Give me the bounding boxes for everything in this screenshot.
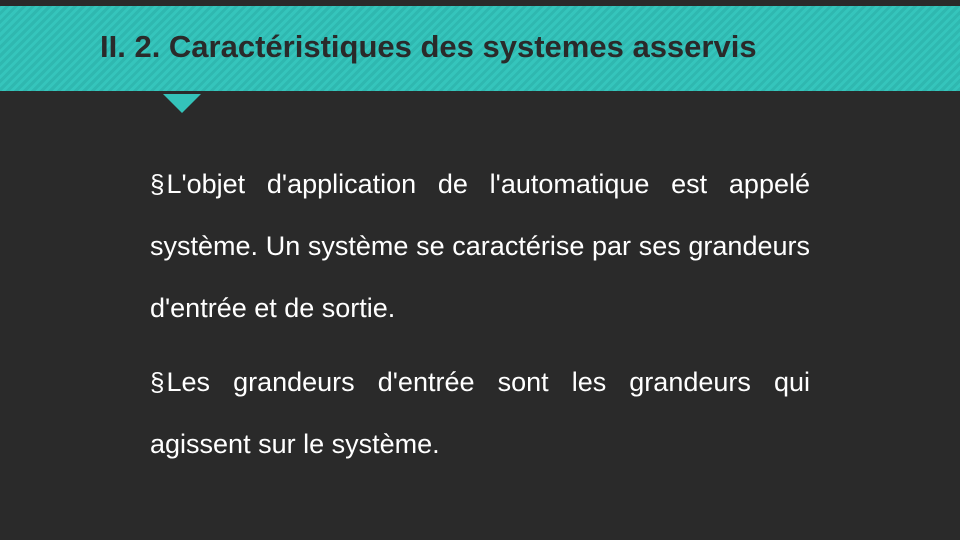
slide-title: II. 2. Caractéristiques des systemes ass… [100,29,960,65]
bullet-item: §Les grandeurs d'entrée sont les grandeu… [150,351,810,475]
bullet-item: §L'objet d'application de l'automatique … [150,153,810,339]
bullet-text: Les grandeurs d'entrée sont les grandeur… [150,367,810,459]
header-pointer-icon [160,91,204,113]
bullet-icon: § [150,353,164,413]
bullet-icon: § [150,155,164,215]
bullet-text: L'objet d'application de l'automatique e… [150,169,810,323]
slide-content: §L'objet d'application de l'automatique … [0,113,960,475]
slide-header: II. 2. Caractéristiques des systemes ass… [0,0,960,94]
